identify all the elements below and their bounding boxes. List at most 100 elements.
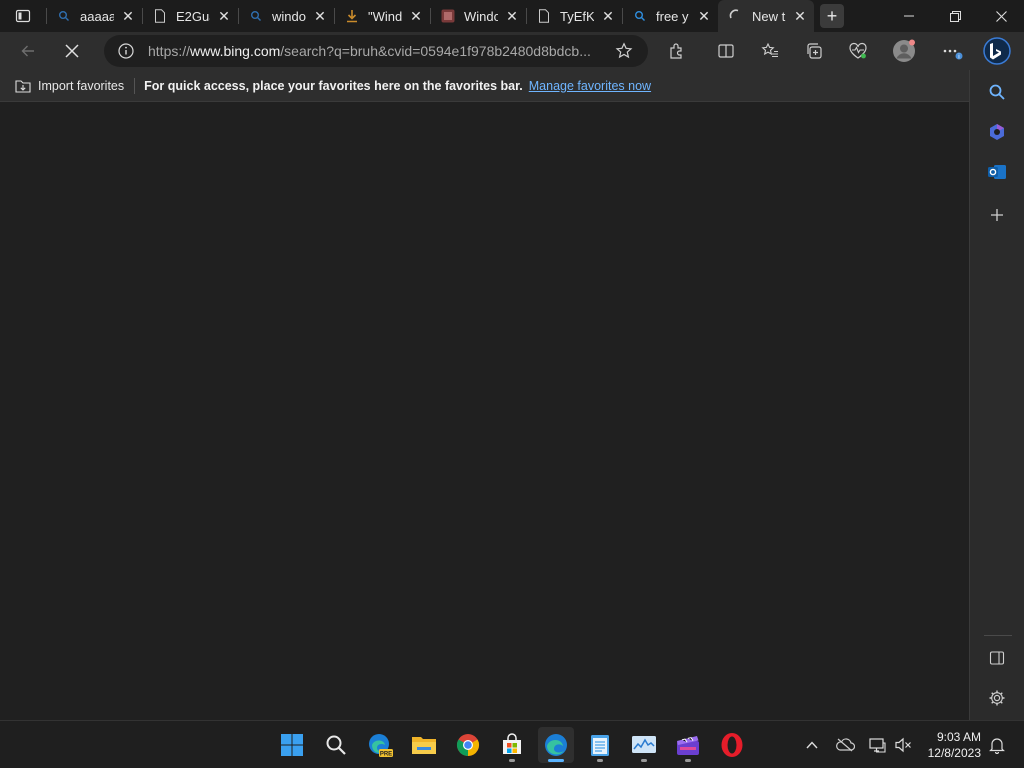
sidebar-settings-button[interactable] [983, 684, 1011, 712]
tab-item[interactable]: free y ✕ [622, 0, 718, 32]
clock-time: 9:03 AM [936, 730, 981, 744]
url-text[interactable]: https://www.bing.com/search?q=bruh&cvid=… [148, 43, 608, 59]
sidebar-add-button[interactable] [983, 201, 1011, 229]
tab-item[interactable]: window ✕ [238, 0, 334, 32]
onedrive-tray-button[interactable] [832, 731, 858, 759]
back-button[interactable] [12, 36, 44, 66]
tab-title: free y [656, 8, 689, 24]
search-icon [989, 84, 1005, 100]
tab-item[interactable]: aaaaa ✕ [46, 0, 142, 32]
collections-button[interactable] [798, 36, 830, 66]
copilot-button[interactable] [981, 36, 1013, 66]
split-screen-button[interactable] [710, 36, 742, 66]
favorites-star-list-icon [761, 42, 778, 58]
close-tab-icon[interactable]: ✕ [120, 8, 136, 24]
tab-item[interactable]: E2GuaE ✕ [142, 0, 238, 32]
close-tab-icon[interactable]: ✕ [696, 8, 712, 24]
settings-more-button[interactable]: i [936, 36, 968, 66]
show-hidden-icons-button[interactable] [800, 731, 824, 759]
taskbar-file-explorer[interactable] [406, 727, 442, 763]
avatar [893, 39, 915, 62]
divider [984, 635, 1012, 636]
hide-sidebar-button[interactable] [983, 644, 1011, 672]
taskbar-opera[interactable] [714, 727, 750, 763]
stop-icon [65, 44, 79, 58]
sidebar-search-button[interactable] [983, 78, 1011, 106]
taskbar-edge-preview[interactable]: PRE [362, 727, 398, 763]
notepad-icon [591, 735, 609, 756]
browser-essentials-button[interactable] [842, 36, 874, 66]
tab-title: Windo [464, 8, 498, 24]
volume-tray-button[interactable] [890, 731, 916, 759]
volume-muted-icon [895, 737, 911, 753]
tab-actions-button[interactable] [0, 0, 46, 32]
running-indicator [685, 759, 691, 762]
close-window-button[interactable] [978, 0, 1024, 32]
close-tab-icon[interactable]: ✕ [600, 8, 616, 24]
taskbar-clipchamp[interactable] [670, 727, 706, 763]
taskbar-notepad[interactable] [582, 727, 618, 763]
divider [134, 77, 136, 94]
close-tab-icon[interactable]: ✕ [408, 8, 424, 24]
taskbar-search-button[interactable] [318, 727, 354, 763]
page-viewport[interactable] [0, 103, 969, 720]
tab-item[interactable]: TyEfKj ✕ [526, 0, 622, 32]
minimize-button[interactable] [886, 0, 932, 32]
network-icon [869, 738, 886, 753]
tab-title: E2GuaE [176, 8, 210, 24]
start-button[interactable] [274, 727, 310, 763]
manage-favorites-link[interactable]: Manage favorites now [529, 79, 651, 93]
bing-search-icon [56, 8, 72, 24]
site-info-icon[interactable] [116, 41, 136, 61]
edge-sidebar [969, 70, 1024, 720]
close-tab-icon[interactable]: ✕ [312, 8, 328, 24]
chevron-up-icon [806, 741, 818, 749]
favorites-button[interactable] [754, 36, 786, 66]
task-manager-icon [632, 736, 656, 753]
profile-button[interactable] [888, 36, 920, 66]
running-indicator [597, 759, 603, 762]
search-icon [326, 735, 346, 755]
address-bar[interactable]: https://www.bing.com/search?q=bruh&cvid=… [104, 35, 648, 67]
back-arrow-icon [21, 45, 34, 57]
sidebar-outlook-button[interactable] [983, 158, 1011, 186]
taskbar-microsoft-store[interactable] [494, 727, 530, 763]
close-icon [995, 10, 1007, 22]
svg-text:PRE: PRE [380, 751, 392, 757]
close-tab-icon[interactable]: ✕ [504, 8, 520, 24]
tab-item[interactable]: Windo ✕ [430, 0, 526, 32]
import-favorites-button[interactable]: Import favorites [14, 78, 124, 94]
tab-item-active[interactable]: New t ✕ [718, 0, 814, 32]
import-icon [15, 79, 31, 93]
add-favorite-button[interactable] [608, 36, 640, 66]
import-favorites-label: Import favorites [38, 78, 125, 93]
stop-loading-button[interactable] [56, 36, 88, 66]
tab-strip: aaaaa ✕ E2GuaE ✕ window ✕ "Windo ✕ Windo… [0, 0, 1024, 32]
copilot-icon [990, 124, 1004, 140]
taskbar-chrome[interactable] [450, 727, 486, 763]
new-tab-button[interactable]: + [820, 4, 844, 28]
plus-icon: + [826, 5, 838, 26]
close-tab-icon[interactable]: ✕ [216, 8, 232, 24]
taskbar-edge[interactable] [538, 727, 574, 763]
taskbar-task-manager[interactable] [626, 727, 662, 763]
outlook-icon [988, 165, 1006, 179]
network-tray-button[interactable] [864, 731, 890, 759]
extensions-button[interactable] [661, 36, 693, 66]
tab-title: "Windo [368, 8, 402, 24]
more-icon: i [943, 49, 963, 60]
close-tab-icon[interactable]: ✕ [792, 8, 808, 24]
store-bag-icon [503, 733, 521, 754]
sidebar-panel-icon [989, 651, 1005, 665]
opera-icon [721, 733, 743, 757]
plus-icon [991, 209, 1003, 221]
puzzle-icon [670, 43, 682, 59]
notifications-button[interactable] [984, 731, 1010, 759]
restore-button[interactable] [932, 0, 978, 32]
cloud-offline-icon [836, 738, 855, 752]
tab-item[interactable]: "Windo ✕ [334, 0, 430, 32]
favorites-bar-message: For quick access, place your favorites h… [144, 78, 523, 93]
system-clock[interactable]: 9:03 AM 12/8/2023 [928, 729, 981, 761]
sidebar-copilot-button[interactable] [983, 118, 1011, 146]
bing-copilot-icon [983, 37, 1011, 65]
